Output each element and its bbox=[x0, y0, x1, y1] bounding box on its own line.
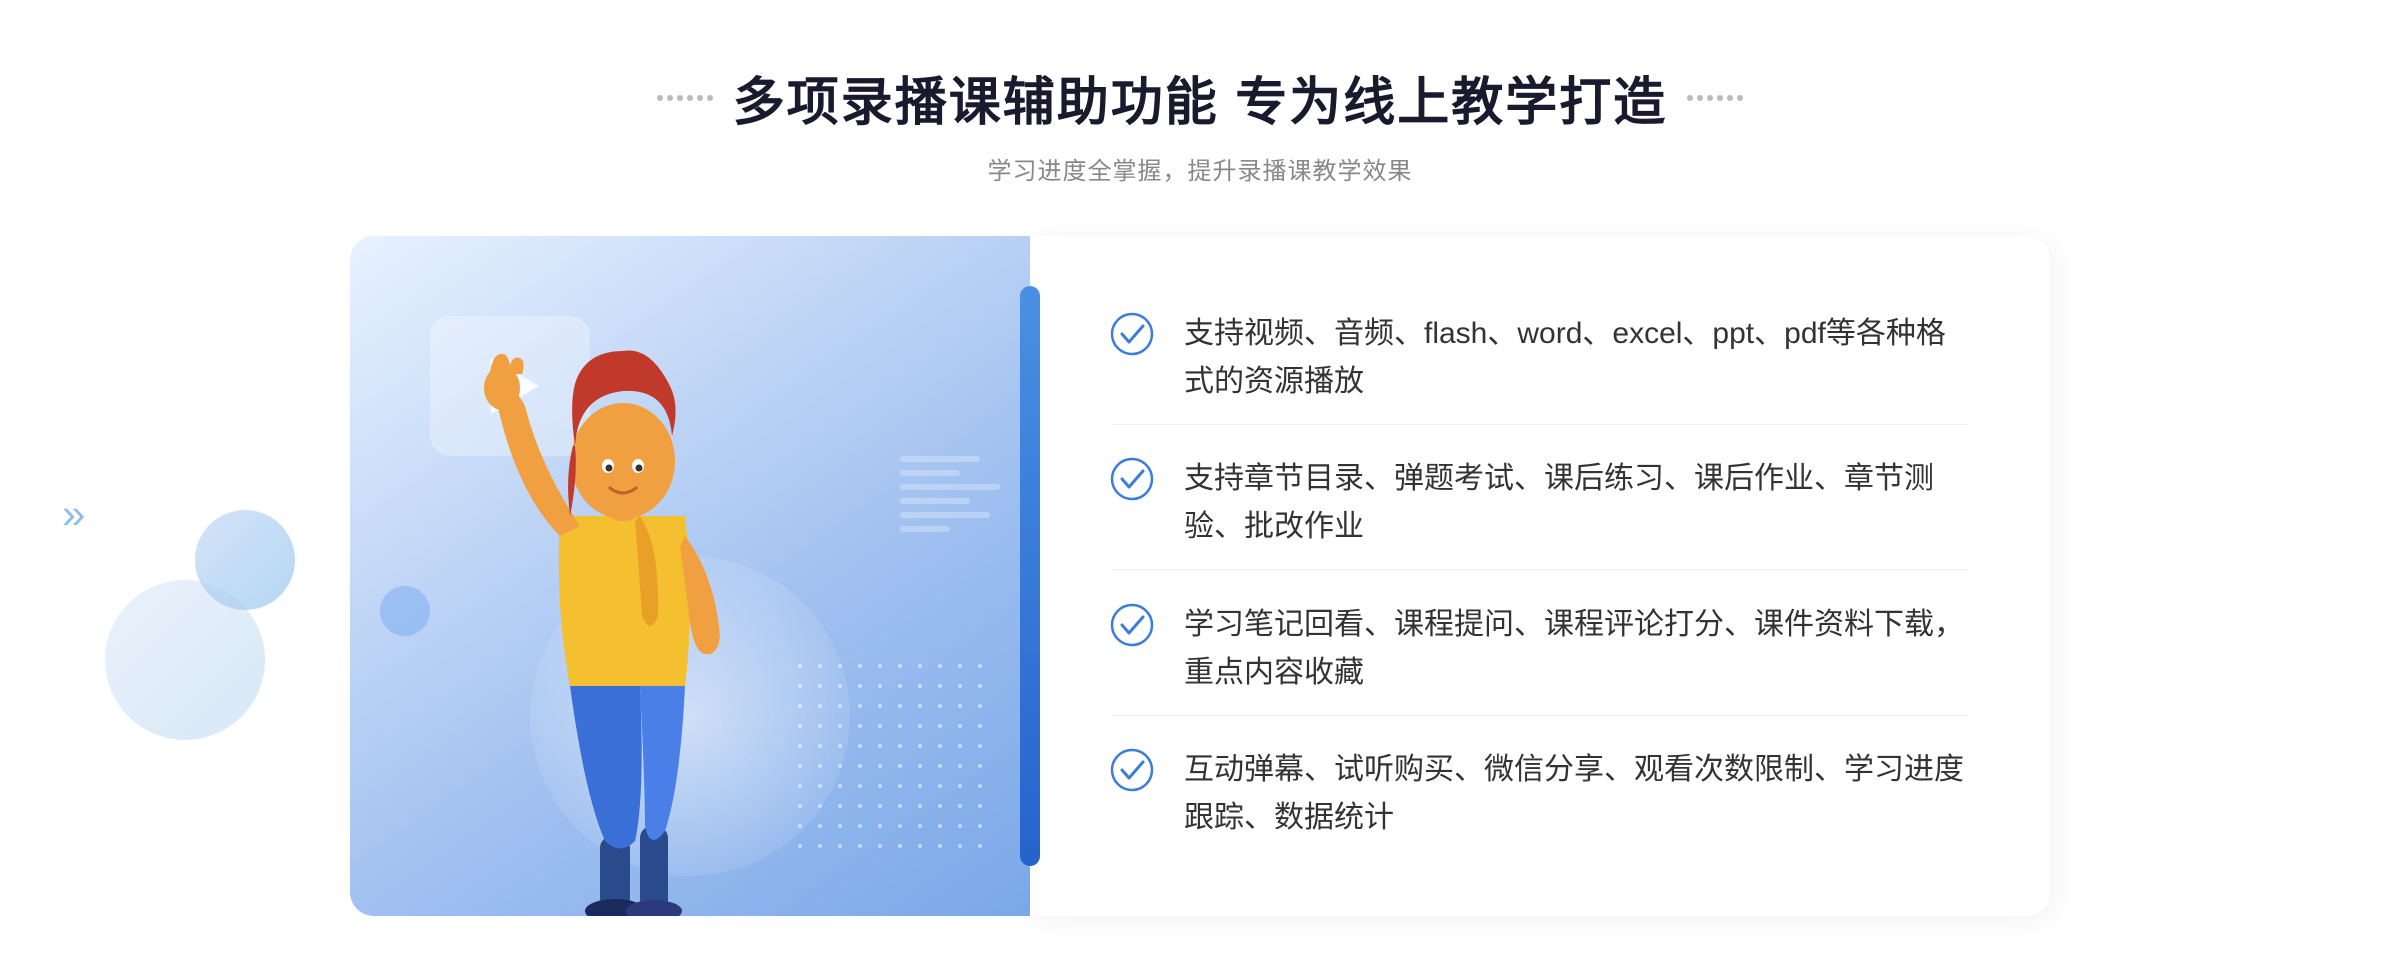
title-deco-right bbox=[1687, 95, 1743, 101]
feature-text-4: 互动弹幕、试听购买、微信分享、观看次数限制、学习进度跟踪、数据统计 bbox=[1184, 746, 1970, 842]
stripe-2 bbox=[900, 470, 960, 476]
check-icon-1 bbox=[1110, 312, 1154, 356]
stripes-decoration bbox=[900, 456, 1000, 532]
title-wrapper: 多项录播课辅助功能 专为线上教学打造 bbox=[657, 60, 1743, 135]
check-icon-4 bbox=[1110, 748, 1154, 792]
stripe-6 bbox=[900, 526, 950, 532]
feature-item-3: 学习笔记回看、课程提问、课程评论打分、课件资料下载，重点内容收藏 bbox=[1110, 583, 1970, 716]
page-title: 多项录播课辅助功能 专为线上教学打造 bbox=[733, 60, 1667, 135]
stripe-5 bbox=[900, 512, 990, 518]
feature-text-1: 支持视频、音频、flash、word、excel、ppt、pdf等各种格式的资源… bbox=[1184, 310, 1970, 406]
features-panel: 支持视频、音频、flash、word、excel、ppt、pdf等各种格式的资源… bbox=[1030, 236, 2050, 916]
stripe-3 bbox=[900, 484, 1000, 490]
feature-text-3: 学习笔记回看、课程提问、课程评论打分、课件资料下载，重点内容收藏 bbox=[1184, 601, 1970, 697]
page-subtitle: 学习进度全掌握，提升录播课教学效果 bbox=[657, 151, 1743, 186]
header-section: 多项录播课辅助功能 专为线上教学打造 学习进度全掌握，提升录播课教学效果 bbox=[657, 60, 1743, 186]
check-icon-2 bbox=[1110, 457, 1154, 501]
left-illustration-panel bbox=[350, 236, 1030, 916]
vertical-accent-bar bbox=[1020, 286, 1040, 866]
title-deco-left bbox=[657, 95, 713, 101]
stripe-4 bbox=[900, 498, 970, 504]
feature-item-4: 互动弹幕、试听购买、微信分享、观看次数限制、学习进度跟踪、数据统计 bbox=[1110, 728, 1970, 860]
page-container: » 多项录播课辅助功能 专为线上教学打造 学习进度全掌握，提升录播课教学效果 bbox=[0, 0, 2400, 974]
feature-text-2: 支持章节目录、弹题考试、课后练习、课后作业、章节测验、批改作业 bbox=[1184, 455, 1970, 551]
person-illustration bbox=[430, 296, 890, 916]
feature-item-2: 支持章节目录、弹题考试、课后练习、课后作业、章节测验、批改作业 bbox=[1110, 437, 1970, 570]
main-content: 支持视频、音频、flash、word、excel、ppt、pdf等各种格式的资源… bbox=[350, 236, 2050, 916]
deco-circle-blue-lg bbox=[105, 580, 265, 740]
feature-item-1: 支持视频、音频、flash、word、excel、ppt、pdf等各种格式的资源… bbox=[1110, 292, 1970, 425]
deco-circle-sm bbox=[380, 586, 430, 636]
stripe-1 bbox=[900, 456, 980, 462]
chevron-left-decoration: » bbox=[62, 490, 77, 538]
check-icon-3 bbox=[1110, 603, 1154, 647]
